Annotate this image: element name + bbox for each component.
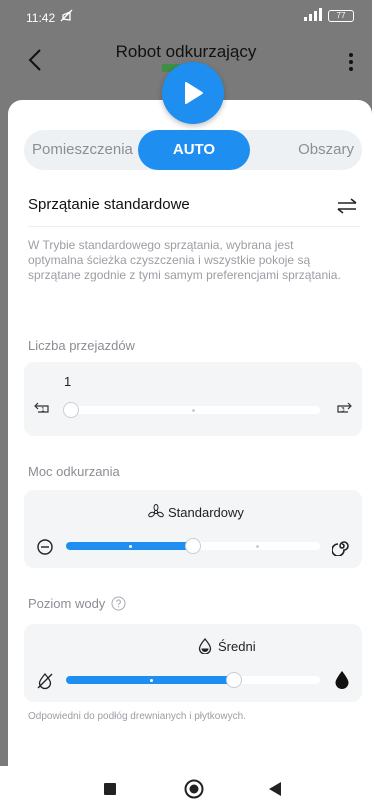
nav-back-icon[interactable] [268,781,282,797]
page-title: Robot odkurzający [115,42,257,61]
play-icon [185,82,203,104]
svg-text:3: 3 [341,407,345,414]
status-bar: 11:42 77 [0,0,372,32]
suction-slider[interactable] [66,538,320,554]
slider-step-dot [256,544,259,548]
suction-max-icon [332,541,349,556]
slider-step-dot [129,544,132,548]
divider [28,226,360,227]
tab-areas[interactable]: Obszary [298,130,354,170]
suction-label: Moc odkurzania [28,464,120,479]
suction-slider-thumb[interactable] [185,538,201,554]
slider-step-dot [192,408,195,412]
water-drop-icon [198,638,212,654]
water-slider-thumb[interactable] [225,672,242,688]
help-icon[interactable] [111,596,126,611]
water-value-row: Średni [198,638,256,654]
suction-min-icon [37,539,53,555]
passes-label: Liczba przejazdów [28,338,135,353]
system-nav-bar [0,766,372,806]
suction-value: Standardowy [168,504,244,520]
home-icon[interactable] [184,779,204,799]
swap-icon[interactable] [336,198,358,214]
passes-max-icon: 3 [337,402,352,414]
signal-icon [304,8,322,21]
water-max-icon [335,671,349,689]
status-time: 11:42 [26,11,56,25]
more-options-icon[interactable] [348,52,354,72]
water-label-row: Poziom wody [28,596,126,611]
suction-card: Standardowy [24,490,362,568]
recents-icon[interactable] [104,783,116,795]
passes-min-icon: 1 [34,402,49,414]
passes-slider-thumb[interactable] [63,402,80,418]
passes-card: 1 1 3 [24,362,362,436]
mode-title: Sprzątanie standardowe [28,196,190,213]
water-min-icon [37,672,53,690]
cleaning-settings-sheet: Pomieszczenia AUTO Obszary Sprzątanie st… [8,100,372,806]
battery-level: 77 [336,11,346,20]
water-card: Średni [24,624,362,702]
slider-step-dot [150,678,153,682]
fan-icon [148,504,164,518]
mute-icon [60,9,73,22]
tab-rooms[interactable]: Pomieszczenia [32,130,133,170]
water-slider[interactable] [66,672,320,688]
passes-value: 1 [64,374,72,389]
water-label: Poziom wody [28,596,106,611]
mode-selector: Pomieszczenia AUTO Obszary [24,130,362,170]
tab-auto[interactable]: AUTO [138,130,250,170]
suction-value-row: Standardowy [148,504,244,520]
mode-description: W Trybie standardowego sprzątania, wybra… [28,238,341,282]
svg-text:1: 1 [41,407,45,414]
water-value: Średni [218,638,256,654]
start-cleaning-button[interactable] [162,62,224,124]
water-hint: Odpowiedni do podłóg drewnianych i płytk… [28,711,246,722]
passes-slider[interactable] [63,402,320,418]
battery-icon: 77 [328,10,354,22]
